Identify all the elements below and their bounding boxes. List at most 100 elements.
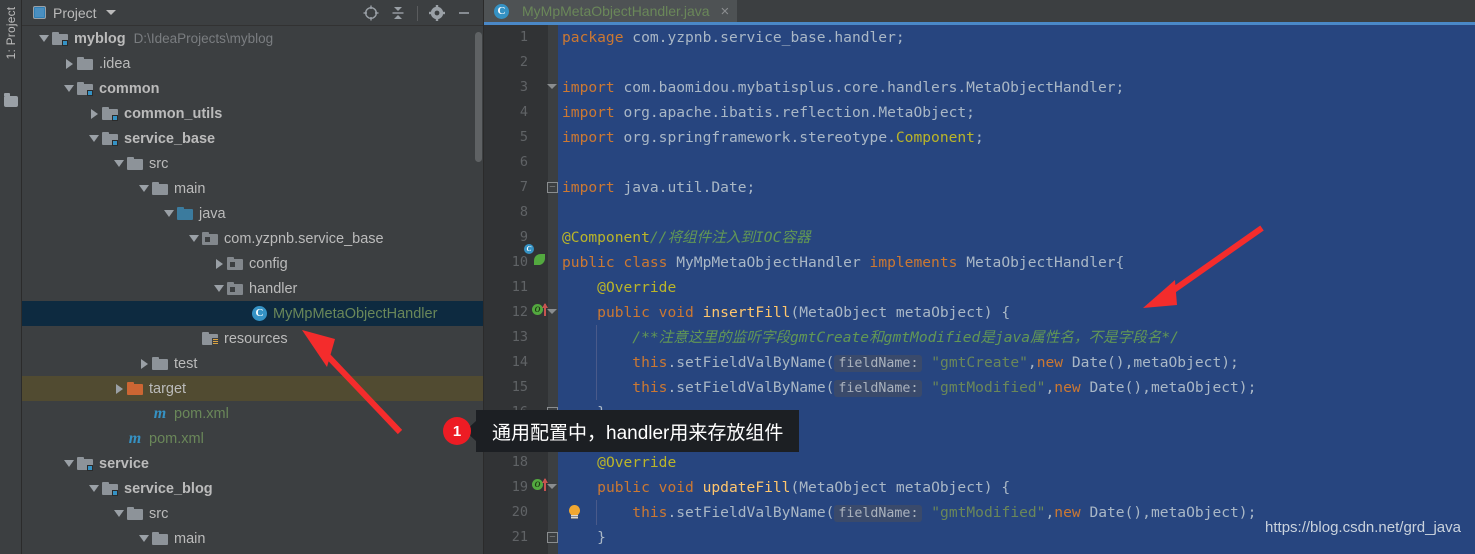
tree-item-resources[interactable]: resources — [22, 326, 483, 351]
tree-item-label: MyMpMetaObjectHandler — [273, 305, 438, 322]
tree-item-pom.xml[interactable]: m pom.xml — [22, 401, 483, 426]
line-number: 3 — [519, 79, 528, 95]
fold-region-end-icon[interactable]: – — [547, 182, 558, 193]
tree-item-MyMpMetaObjectHandler[interactable]: C MyMpMetaObjectHandler — [22, 301, 483, 326]
fold-collapse-icon[interactable] — [547, 484, 557, 489]
tree-item-common_utils[interactable]: common_utils — [22, 101, 483, 126]
minimize-icon[interactable] — [453, 2, 475, 24]
code-text: this.setFieldValByName(fieldName: "gmtCr… — [632, 354, 1239, 372]
chevron-down-icon[interactable] — [86, 126, 102, 151]
code-text: import org.apache.ibatis.reflection.Meta… — [562, 104, 975, 121]
tree-item-service_base[interactable]: service_base — [22, 126, 483, 151]
chevron-down-icon[interactable] — [111, 151, 127, 176]
fold-collapse-icon[interactable] — [547, 84, 557, 89]
code-line-7: 7 – import java.util.Date; — [484, 175, 1475, 200]
tree-item-com.yzpnb.service_base[interactable]: com.yzpnb.service_base — [22, 226, 483, 251]
tree-item-pom.xml[interactable]: m pom.xml — [22, 426, 483, 451]
tree-item-label: service — [99, 455, 149, 472]
code-line-15: 15 this.setFieldValByName(fieldName: "gm… — [484, 375, 1475, 400]
gear-icon[interactable] — [426, 2, 448, 24]
chevron-down-icon[interactable] — [161, 201, 177, 226]
indent-guide — [596, 500, 597, 525]
tree-item-main[interactable]: main — [22, 526, 483, 551]
tree-item-content: common — [77, 81, 159, 97]
chevron-right-icon[interactable] — [86, 101, 102, 126]
chevron-down-icon[interactable] — [136, 176, 152, 201]
tree-item-content: config — [227, 256, 288, 272]
tree-item-label: java — [199, 205, 226, 222]
tree-item-handler[interactable]: handler — [22, 276, 483, 301]
chevron-down-icon[interactable] — [111, 501, 127, 526]
code-text: @Override — [597, 454, 677, 471]
tree-item-content: handler — [227, 281, 297, 297]
line-number: 9 — [519, 229, 528, 245]
code-line-5: 5 import org.springframework.stereotype.C… — [484, 125, 1475, 150]
tree-item-src[interactable]: src — [22, 501, 483, 526]
project-panel-title-group[interactable]: Project — [22, 5, 116, 21]
tree-item-src[interactable]: src — [22, 151, 483, 176]
fold-region-end-icon[interactable]: – — [547, 532, 558, 543]
code-text: import java.util.Date; — [562, 179, 756, 196]
collapse-all-icon[interactable] — [387, 2, 409, 24]
idea-window: 1: Project Project myblog D:\IdeaProject… — [0, 0, 1475, 554]
chevron-right-icon[interactable] — [211, 251, 227, 276]
module-folder-icon — [102, 107, 118, 121]
chevron-right-icon[interactable] — [136, 351, 152, 376]
tree-item-config[interactable]: config — [22, 251, 483, 276]
close-icon[interactable]: × — [721, 4, 730, 19]
annotation-callout-text: 通用配置中，handler用来存放组件 — [492, 422, 784, 444]
tree-item-service_blog[interactable]: service_blog — [22, 476, 483, 501]
tree-item-common[interactable]: common — [22, 76, 483, 101]
tree-no-arrow — [236, 301, 252, 326]
chevron-down-icon[interactable] — [105, 10, 116, 15]
locate-icon[interactable] — [360, 2, 382, 24]
chevron-down-icon[interactable] — [36, 26, 52, 51]
indent-guide — [596, 325, 597, 350]
structure-icon[interactable] — [4, 93, 18, 107]
line-number: 1 — [519, 29, 528, 45]
module-folder-icon — [52, 32, 68, 46]
code-line-19: 19 O public void updateFill(MetaObject me… — [484, 475, 1475, 500]
chevron-down-icon[interactable] — [61, 76, 77, 101]
folder-icon — [77, 57, 93, 70]
tree-item-service[interactable]: service — [22, 451, 483, 476]
tree-item-main[interactable]: main — [22, 176, 483, 201]
code-text: } — [562, 529, 606, 546]
source-folder-icon — [177, 207, 193, 220]
chevron-down-icon[interactable] — [136, 526, 152, 551]
tree-item-target[interactable]: target — [22, 376, 483, 401]
code-editor[interactable]: 1 package com.yzpnb.service_base.handler;… — [484, 25, 1475, 554]
tree-item-test[interactable]: test — [22, 351, 483, 376]
chevron-down-icon[interactable] — [86, 476, 102, 501]
package-icon — [227, 257, 243, 270]
chevron-right-icon[interactable] — [61, 51, 77, 76]
tree-item-content: myblog D:\IdeaProjects\myblog — [52, 31, 273, 47]
project-tool-button[interactable]: 1: Project — [4, 0, 18, 68]
tree-item-.idea[interactable]: .idea — [22, 51, 483, 76]
project-tree[interactable]: myblog D:\IdeaProjects\myblog .idea common c… — [22, 26, 483, 554]
chevron-down-icon[interactable] — [61, 451, 77, 476]
chevron-down-icon[interactable] — [211, 276, 227, 301]
fold-collapse-icon[interactable] — [547, 309, 557, 314]
line-number: 18 — [511, 454, 528, 470]
line-number: 19 — [511, 479, 528, 495]
tree-item-myblog[interactable]: myblog D:\IdeaProjects\myblog — [22, 26, 483, 51]
tree-item-label: test — [174, 355, 198, 372]
tree-item-java[interactable]: java — [22, 201, 483, 226]
tree-item-label: common_utils — [124, 105, 223, 122]
folder-icon — [127, 507, 143, 520]
tree-item-content: service — [77, 456, 149, 472]
code-text: import org.springframework.stereotype.Co… — [562, 129, 984, 146]
chevron-down-icon[interactable] — [186, 226, 202, 251]
line-number: 5 — [519, 129, 528, 145]
chevron-right-icon[interactable] — [111, 376, 127, 401]
code-line-6: 6 — [484, 150, 1475, 175]
code-line-3: 3 import com.baomidou.mybatisplus.core.ha… — [484, 75, 1475, 100]
tree-item-label: pom.xml — [174, 405, 229, 422]
